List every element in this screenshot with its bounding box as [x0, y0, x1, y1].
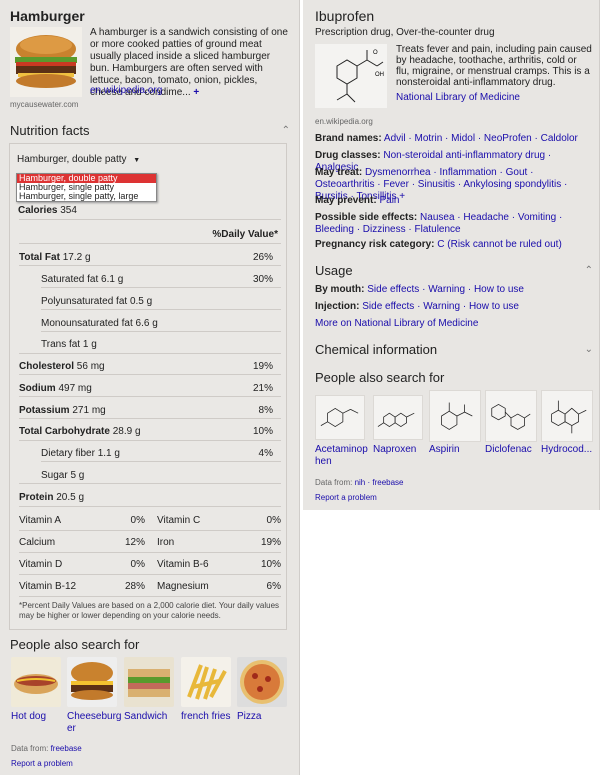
injection-links[interactable]: Side effects · Warning · How to use	[362, 301, 519, 312]
nutrition-facts-box: Hamburger, double patty ▼ Hamburger, dou…	[9, 143, 287, 630]
usage-title: Usage	[315, 263, 353, 278]
nutrient-row: Saturated fat 6.1 g 30%	[41, 274, 273, 285]
french-fries-thumbnail[interactable]	[181, 657, 231, 707]
nutrient-row: Monounsaturated fat 6.6 g	[41, 318, 158, 329]
nutrient-row: Dietary fiber 1.1 g 4%	[41, 448, 273, 459]
vitamin-cell: Magnesium 6%	[157, 581, 281, 592]
people-item-pizza[interactable]: Pizza	[237, 711, 289, 723]
serving-dropdown-list: Hamburger, double patty Hamburger, singl…	[16, 173, 157, 202]
naproxen-structure[interactable]	[373, 395, 423, 440]
may-prevent-link[interactable]: Pain	[379, 195, 399, 206]
nutrient-row: Total Fat 17.2 g 26%	[19, 252, 273, 263]
hydrocodone-structure[interactable]	[541, 390, 593, 442]
calories-label: Calories	[18, 205, 58, 216]
panel-title: Ibuprofen	[315, 8, 375, 24]
ibuprofen-panel: Ibuprofen Prescription drug, Over-the-co…	[303, 0, 600, 510]
sandwich-thumbnail[interactable]	[124, 657, 174, 707]
chemical-info-header[interactable]: Chemical information ⌄	[315, 342, 593, 357]
wikipedia-source[interactable]: en.wikipedia.org	[315, 117, 373, 126]
serving-selected-label: Hamburger, double patty	[17, 154, 127, 165]
data-source: Data from: nih · freebase	[315, 478, 404, 487]
may-prevent: May prevent: Pain	[315, 195, 400, 206]
mouth-links[interactable]: Side effects · Warning · How to use	[367, 284, 524, 295]
data-from-label: Data from:	[315, 478, 353, 487]
chevron-up-icon[interactable]: ⌃	[282, 125, 290, 136]
vitamin-cell: Vitamin B-12 28%	[19, 581, 145, 592]
nutrition-title: Nutrition facts	[10, 123, 90, 138]
people-item-french-fries[interactable]: french fries	[181, 711, 233, 723]
hot-dog-thumbnail[interactable]	[11, 657, 61, 707]
panel-title: Hamburger	[10, 8, 85, 24]
more-button[interactable]: +	[193, 87, 199, 98]
usage-injection: Injection: Side effects · Warning · How …	[315, 301, 519, 312]
serving-option[interactable]: Hamburger, single patty, large	[17, 192, 156, 201]
more-nlm-link[interactable]: More on National Library of Medicine	[315, 318, 590, 330]
nutrient-row: Polyunsaturated fat 0.5 g	[41, 296, 153, 307]
pregnancy-category-link[interactable]: C (Risk cannot be ruled out)	[437, 239, 562, 250]
people-item-hot-dog[interactable]: Hot dog	[11, 711, 63, 723]
people-item-acetaminophen[interactable]: Acetaminop hen	[315, 444, 368, 468]
people-also-search-title: People also search for	[315, 370, 445, 385]
nutrient-row: Total Carbohydrate 28.9 g 10%	[19, 426, 273, 437]
people-item-naproxen[interactable]: Naproxen	[373, 444, 423, 456]
pregnancy-risk: Pregnancy risk category: C (Risk cannot …	[315, 239, 562, 250]
people-item-aspirin[interactable]: Aspirin	[429, 444, 479, 456]
svg-text:O: O	[373, 50, 378, 56]
nutrient-row: Sugar 5 g	[41, 470, 85, 481]
wikipedia-link[interactable]: en.wikipedia.org	[90, 85, 162, 96]
diclofenac-structure[interactable]	[485, 390, 537, 442]
calories-value: 354	[60, 205, 77, 216]
ibuprofen-structure-image[interactable]: OH O	[315, 44, 387, 108]
data-source-links[interactable]: nih · freebase	[355, 478, 404, 487]
nutrient-row: Protein 20.5 g	[19, 492, 85, 503]
people-item-sandwich[interactable]: Sandwich	[124, 711, 176, 723]
vitamin-cell: Vitamin C 0%	[157, 515, 281, 526]
brand-names: Brand names: Advil · Motrin · Midol · Ne…	[315, 133, 578, 144]
usage-mouth: By mouth: Side effects · Warning · How t…	[315, 284, 524, 295]
people-item-hydrocodone[interactable]: Hydrocod...	[541, 444, 597, 456]
daily-value-header: %Daily Value*	[212, 229, 278, 240]
pizza-thumbnail[interactable]	[237, 657, 287, 707]
people-item-cheeseburger[interactable]: Cheeseburg er	[67, 711, 121, 735]
vitamin-cell: Vitamin B-6 10%	[157, 559, 281, 570]
vitamin-cell: Iron 19%	[157, 537, 281, 548]
nutrient-row: Sodium 497 mg 21%	[19, 383, 273, 394]
brand-names-links[interactable]: Advil · Motrin · Midol · NeoProfen · Cal…	[384, 133, 578, 144]
people-item-diclofenac[interactable]: Diclofenac	[485, 444, 539, 456]
acetaminophen-structure[interactable]	[315, 395, 365, 440]
chevron-up-icon[interactable]: ⌃	[585, 265, 593, 276]
data-source: Data from: freebase	[11, 744, 82, 753]
image-credit: mycausewater.com	[10, 100, 79, 109]
vitamin-cell: Vitamin D 0%	[19, 559, 145, 570]
vitamin-cell: Vitamin A 0%	[19, 515, 145, 526]
side-effects: Possible side effects: Nausea · Headache…	[315, 212, 563, 235]
report-problem-link[interactable]: Report a problem	[315, 493, 377, 502]
dropdown-arrow-icon: ▼	[133, 157, 141, 164]
nlm-link[interactable]: National Library of Medicine	[396, 92, 520, 103]
hamburger-panel: Hamburger mycausewater.com A hamburger i…	[0, 0, 300, 775]
subtitle: Prescription drug, Over-the-counter drug	[315, 27, 495, 38]
chemical-info-title: Chemical information	[315, 342, 438, 357]
aspirin-structure[interactable]	[429, 390, 481, 442]
nutrient-row: Cholesterol 56 mg 19%	[19, 361, 273, 372]
calories-row: Calories 354	[18, 205, 294, 216]
nutrient-row: Potassium 271 mg 8%	[19, 405, 273, 416]
freebase-link[interactable]: freebase	[51, 744, 82, 753]
nutrition-header[interactable]: Nutrition facts ⌃	[10, 123, 290, 138]
cheeseburger-thumbnail[interactable]	[67, 657, 117, 707]
hamburger-image[interactable]	[10, 27, 82, 97]
daily-value-footnote: *Percent Daily Values are based on a 2,0…	[19, 601, 280, 620]
chevron-down-icon[interactable]: ⌄	[585, 344, 593, 355]
nutrient-row: Trans fat 1 g	[41, 339, 97, 350]
svg-text:OH: OH	[375, 72, 384, 78]
serving-select[interactable]: Hamburger, double patty ▼	[17, 154, 140, 165]
description: Treats fever and pain, including pain ca…	[396, 44, 592, 88]
data-from-label: Data from:	[11, 744, 49, 753]
usage-header[interactable]: Usage ⌃	[315, 263, 593, 278]
report-problem-link[interactable]: Report a problem	[11, 759, 73, 768]
people-also-search-title: People also search for	[10, 637, 140, 652]
vitamin-cell: Calcium 12%	[19, 537, 145, 548]
